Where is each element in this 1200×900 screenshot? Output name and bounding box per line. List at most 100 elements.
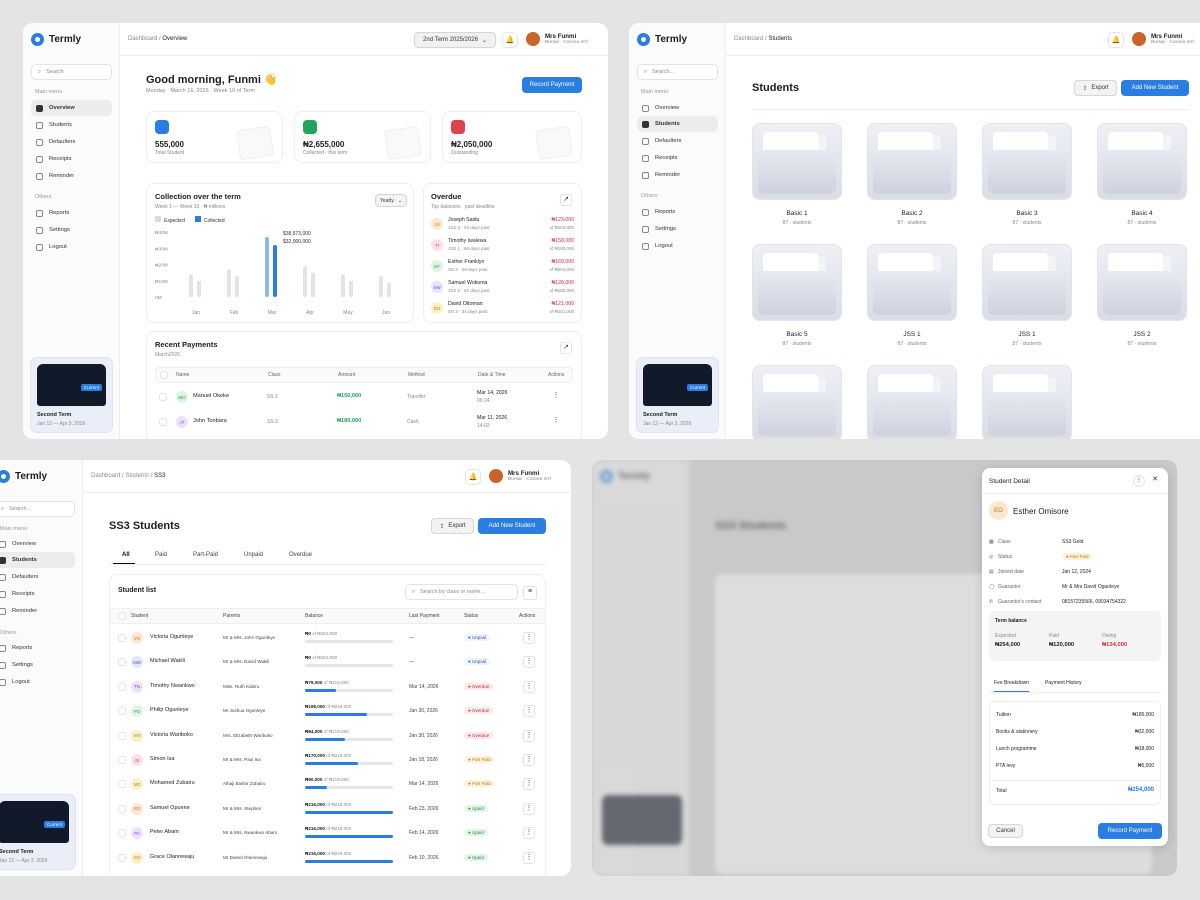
student-name[interactable]: Philip Ogunleye	[150, 707, 189, 713]
row-checkbox[interactable]	[118, 707, 126, 716]
tab-unpaid[interactable]: Unpaid	[244, 552, 263, 558]
tab-fee-breakdown[interactable]: Fee Breakdown	[994, 680, 1030, 692]
class-folder[interactable]	[867, 123, 957, 200]
row-actions-button[interactable]: ⋮	[523, 754, 535, 766]
class-folder[interactable]	[982, 123, 1072, 200]
expand-button[interactable]: ↗	[560, 194, 572, 206]
record-payment-button[interactable]: Record Payment	[1098, 823, 1162, 839]
sidebar-item-receipts[interactable]: Receipts	[31, 151, 112, 167]
bar-collected-feb[interactable]	[235, 275, 239, 297]
row-actions-button[interactable]: ⋮	[523, 802, 535, 815]
bar-collected-apr[interactable]	[311, 272, 315, 297]
overdue-name[interactable]: Joseph Saidu	[448, 217, 479, 223]
sidebar-item-settings[interactable]: Settings	[637, 221, 718, 237]
sidebar-item-receipts[interactable]: Receipts	[0, 586, 75, 602]
bar-expected-mar[interactable]	[265, 236, 269, 297]
sidebar-item-overview[interactable]: Overview	[0, 536, 75, 552]
filter-button[interactable]: ≡	[523, 586, 537, 600]
row-actions-button[interactable]: ⋮	[550, 391, 562, 403]
breadcrumb-mid[interactable]: Students	[125, 473, 149, 479]
class-folder[interactable]	[752, 244, 842, 321]
breadcrumb-root[interactable]: Dashboard	[91, 473, 120, 479]
student-name[interactable]: Timothy Nwankwo	[150, 683, 195, 689]
brand-logo[interactable]: Termly	[637, 33, 687, 46]
row-checkbox[interactable]	[118, 780, 126, 789]
student-name[interactable]: Michael Wakili	[150, 658, 185, 664]
user-menu[interactable]: Mrs Funmi Bursar · Corona Int'l	[489, 469, 551, 483]
student-name[interactable]: Victoria Ogunleye	[150, 634, 193, 640]
tab-overdue[interactable]: Overdue	[289, 552, 312, 558]
sidebar-item-reports[interactable]: Reports	[637, 204, 718, 220]
bar-collected-jun[interactable]	[387, 282, 391, 297]
row-actions-button[interactable]: ⋮	[523, 778, 535, 791]
student-name[interactable]: Grace Olanrewaju	[150, 854, 194, 860]
sidebar-item-defaulters[interactable]: Defaulters	[0, 569, 75, 585]
student-name[interactable]: Mohamed Zubairu	[150, 780, 195, 786]
sidebar-item-reports[interactable]: Reports	[0, 640, 75, 656]
row-checkbox[interactable]	[118, 853, 126, 862]
row-actions-button[interactable]: ⋮	[523, 656, 535, 669]
bar-expected-may[interactable]	[341, 274, 345, 297]
sidebar-item-receipts[interactable]: Receipts	[637, 150, 718, 166]
row-actions-button[interactable]: ⋮	[523, 705, 535, 718]
sidebar-item-settings[interactable]: Settings	[0, 657, 75, 673]
notification-button[interactable]: 🔔	[1108, 32, 1124, 48]
class-folder[interactable]	[867, 365, 957, 439]
expand-button[interactable]: ↗	[560, 342, 572, 354]
add-new-student-button[interactable]: Add New Student	[1121, 80, 1189, 96]
term-card[interactable]: Current Second Term Jan 12 — Apr 3, 2026	[0, 794, 76, 870]
row-checkbox[interactable]	[159, 418, 167, 426]
row-actions-button[interactable]: ⋮	[523, 680, 535, 693]
overdue-name[interactable]: Esther Franklyn	[448, 259, 484, 265]
overdue-name[interactable]: Samuel Wokoma	[448, 280, 487, 286]
bar-expected-apr[interactable]	[303, 266, 307, 297]
bar-expected-feb[interactable]	[227, 269, 231, 297]
tab-part-paid[interactable]: Part-Paid	[193, 552, 218, 558]
row-checkbox[interactable]	[118, 829, 126, 838]
sidebar-item-students[interactable]: Students	[0, 552, 75, 568]
cancel-button[interactable]: Cancel	[988, 824, 1023, 838]
select-all-checkbox[interactable]	[118, 612, 126, 620]
sidebar-item-settings[interactable]: Settings	[31, 222, 112, 238]
more-button[interactable]: ⁝	[1133, 475, 1145, 487]
row-checkbox[interactable]	[118, 658, 126, 667]
payer-name[interactable]: John Tonbara	[193, 418, 227, 424]
class-folder[interactable]	[752, 123, 842, 200]
brand-logo[interactable]: Termly	[31, 33, 81, 46]
row-checkbox[interactable]	[118, 756, 126, 764]
breadcrumb-root[interactable]: Dashboard	[734, 36, 763, 42]
sidebar-item-students[interactable]: Students	[637, 116, 718, 132]
sidebar-item-logout[interactable]: Logout	[31, 239, 112, 255]
row-checkbox[interactable]	[118, 804, 126, 813]
student-name[interactable]: Simon Isa	[150, 756, 174, 762]
row-checkbox[interactable]	[118, 731, 126, 740]
breadcrumb-root[interactable]: Dashboard	[128, 36, 157, 42]
sidebar-item-defaulters[interactable]: Defaulters	[637, 133, 718, 149]
sidebar-item-overview[interactable]: Overview	[31, 100, 112, 116]
search-input[interactable]: ⌕ Search	[31, 64, 112, 80]
term-card[interactable]: Current Second Term Jan 12 — Apr 3, 2026	[30, 357, 113, 433]
student-name[interactable]: Peter Abam	[150, 829, 179, 835]
row-checkbox[interactable]	[159, 393, 167, 401]
sidebar-item-defaulters[interactable]: Defaulters	[31, 134, 112, 150]
record-payment-button[interactable]: Record Payment	[522, 77, 582, 93]
term-card[interactable]: Current Second Term Jan 12 — Apr 3, 2026	[636, 357, 719, 433]
overdue-name[interactable]: David Ottoman	[448, 301, 483, 307]
class-folder[interactable]	[867, 244, 957, 321]
student-name[interactable]: Victoria Wariboko	[150, 732, 193, 738]
export-button[interactable]: ⇪ Export	[1074, 80, 1117, 96]
row-checkbox[interactable]	[118, 634, 126, 642]
select-all-checkbox[interactable]	[160, 371, 168, 379]
row-checkbox[interactable]	[118, 682, 126, 691]
tab-payment-history[interactable]: Payment History	[1045, 680, 1082, 686]
row-actions-button[interactable]: ⋮	[523, 851, 535, 864]
bar-expected-jun[interactable]	[379, 275, 383, 297]
sidebar-item-reminder[interactable]: Reminder	[0, 603, 75, 619]
student-name[interactable]: Samuel Opuene	[150, 805, 190, 811]
term-select[interactable]: 2nd Term 2025/2026 ⌄	[414, 32, 496, 48]
user-menu[interactable]: Mrs Funmi Bursar · Corona Int'l	[1132, 32, 1194, 46]
sidebar-item-overview[interactable]: Overview	[637, 100, 718, 116]
tab-all[interactable]: All	[122, 552, 130, 558]
add-new-student-button[interactable]: Add New Student	[478, 518, 546, 534]
sidebar-item-logout[interactable]: Logout	[637, 238, 718, 254]
